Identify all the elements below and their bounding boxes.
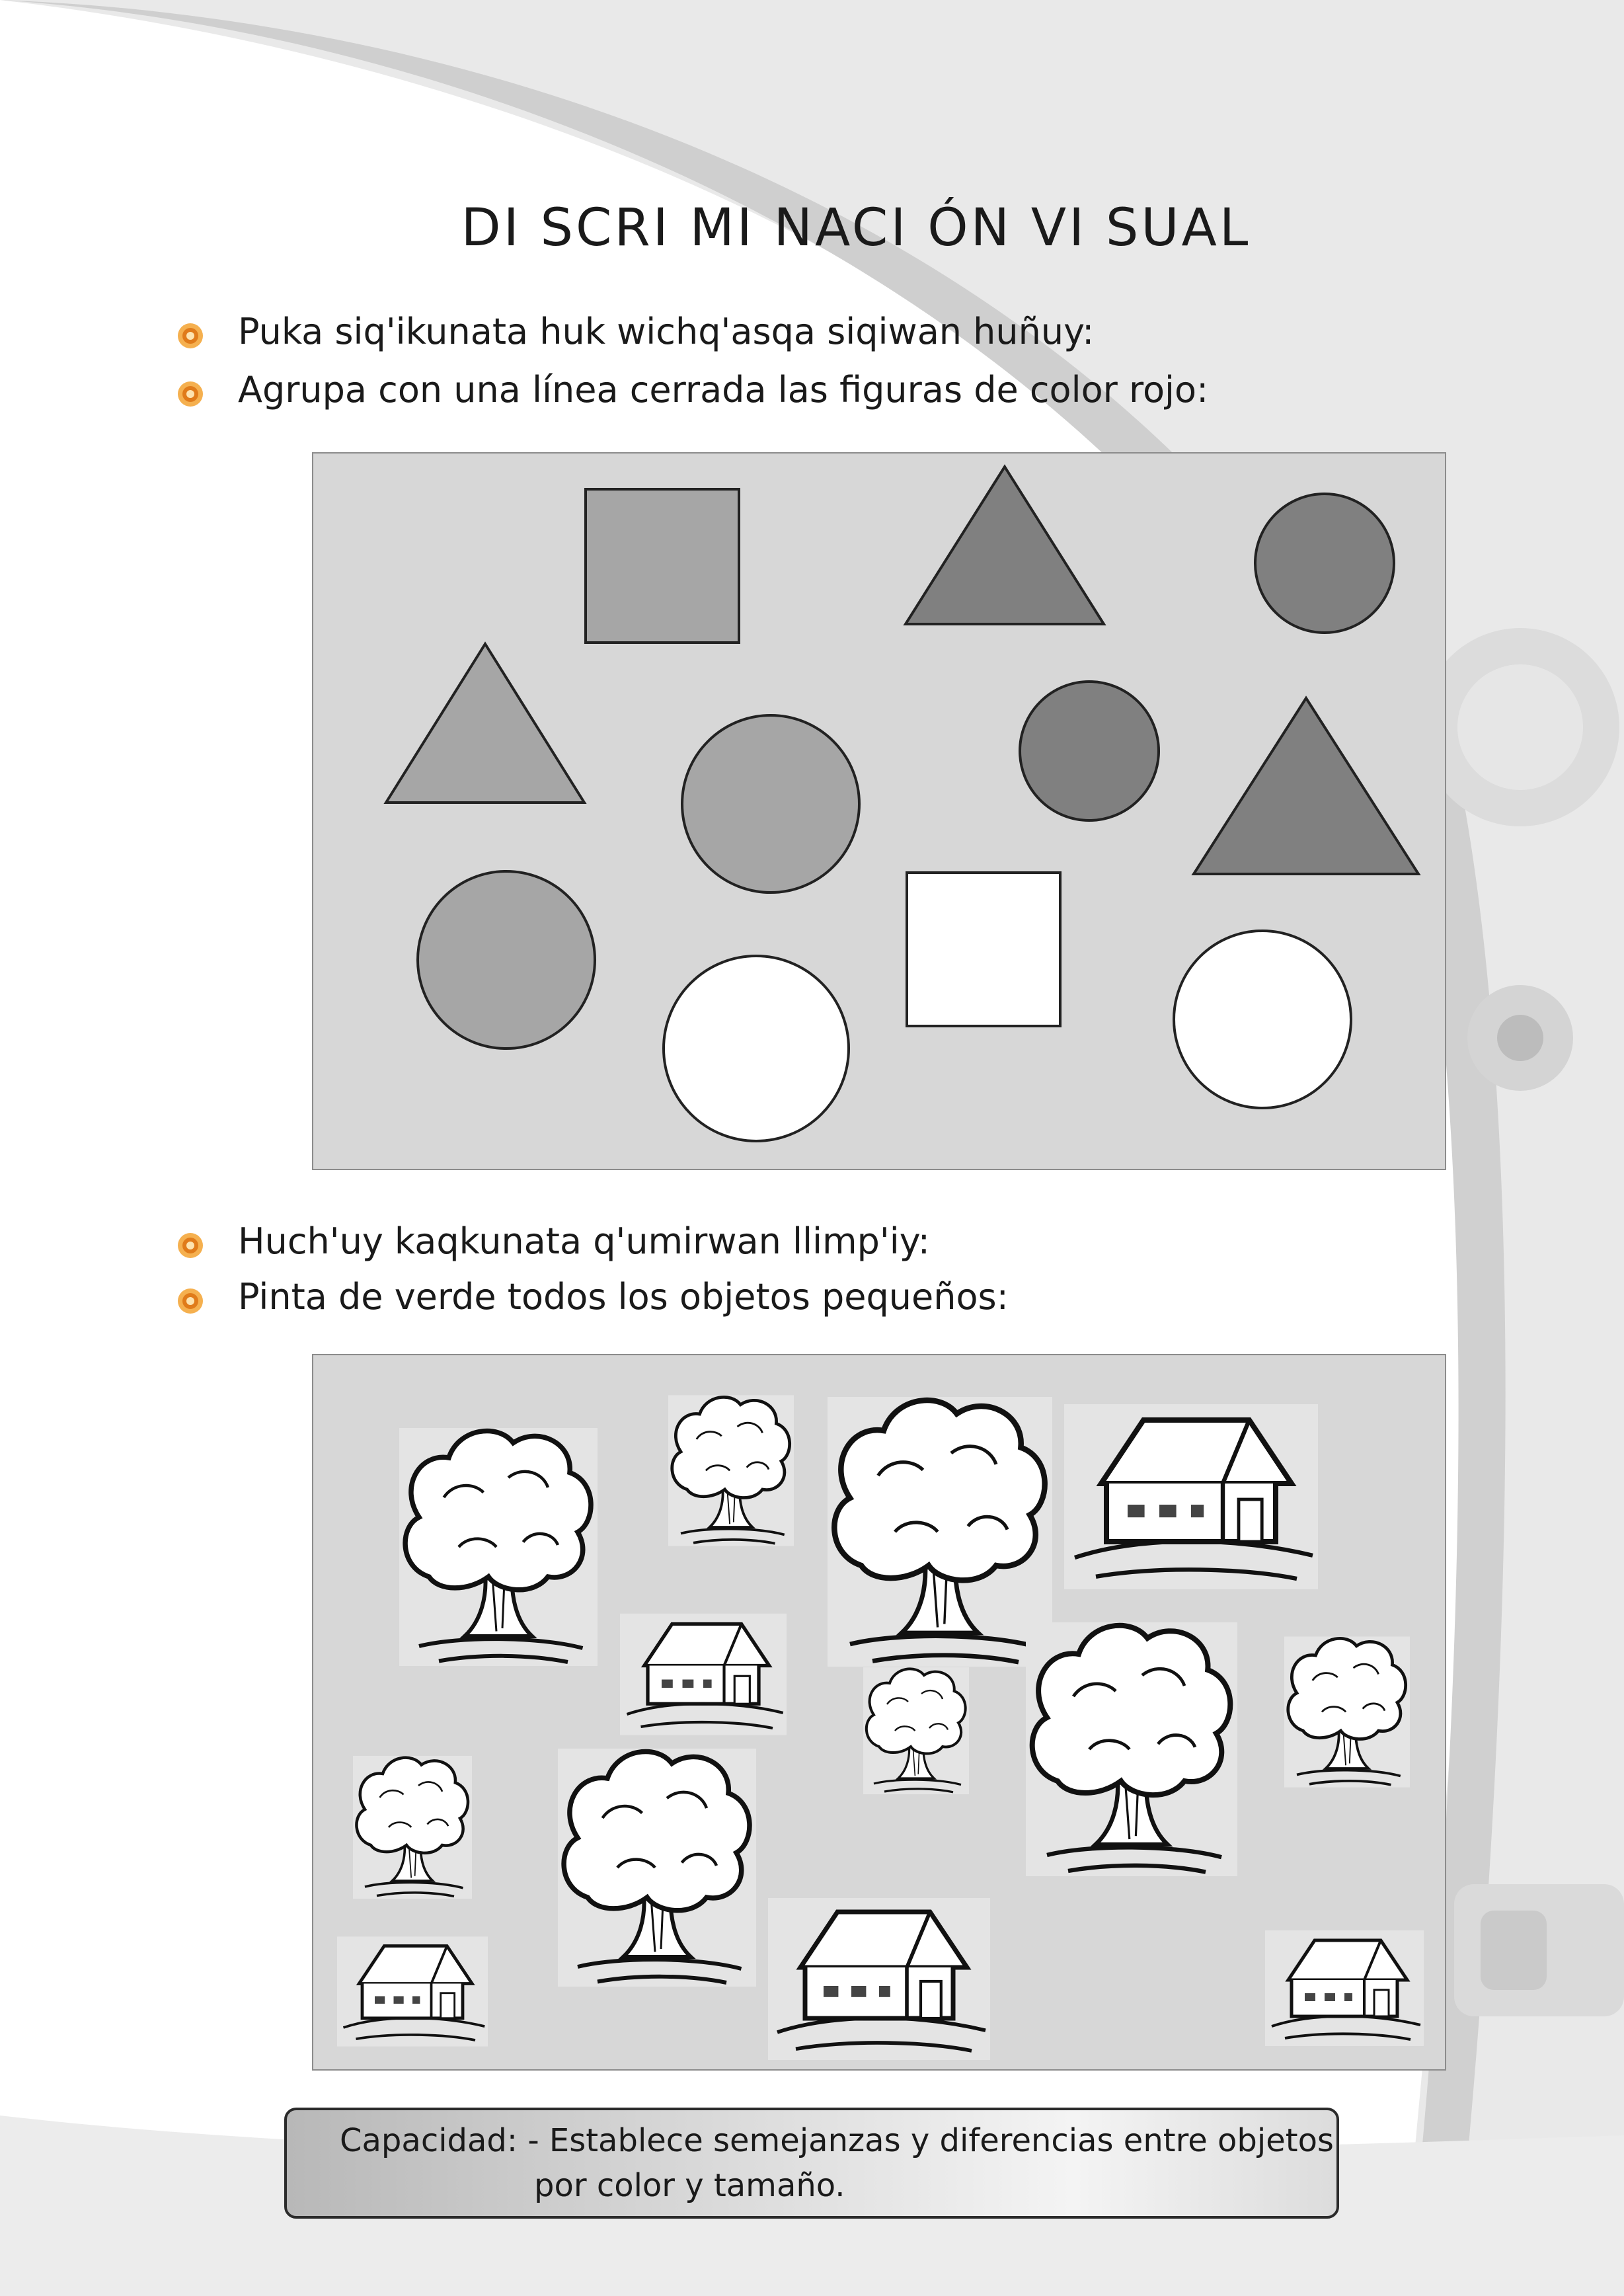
shape-circle-white[interactable] bbox=[662, 955, 850, 1142]
tree-small[interactable] bbox=[353, 1756, 472, 1899]
house-large[interactable] bbox=[768, 1898, 990, 2060]
capacity-line-2: por color y tamaño. bbox=[534, 2167, 845, 2204]
shape-circle-dark-gray[interactable] bbox=[1019, 680, 1160, 822]
shape-square-gray[interactable] bbox=[584, 488, 740, 644]
objects-panel bbox=[312, 1354, 1446, 2071]
instruction-spanish-2: Pinta de verde todos los objetos pequeño… bbox=[238, 1276, 1009, 1318]
tree-small[interactable] bbox=[863, 1667, 969, 1794]
tree-medium[interactable] bbox=[558, 1749, 756, 1987]
bullet-flower-icon bbox=[178, 323, 203, 348]
house-small[interactable] bbox=[620, 1614, 787, 1735]
shape-circle-dark-gray[interactable] bbox=[1254, 493, 1395, 634]
shape-circle-white[interactable] bbox=[1173, 930, 1352, 1109]
shape-triangle-dark-gray[interactable] bbox=[903, 464, 1106, 625]
tree-large[interactable] bbox=[828, 1397, 1052, 1667]
page-title: DI SCRI MI NACI ÓN VI SUAL bbox=[461, 198, 1251, 258]
instruction-spanish-1: Agrupa con una línea cerrada las figuras… bbox=[238, 369, 1209, 411]
bullet-flower-icon bbox=[178, 381, 203, 407]
capacity-box: Capacidad: - Establece semejanzas y dife… bbox=[284, 2108, 1339, 2219]
bullet-flower-icon bbox=[178, 1288, 203, 1314]
house-large[interactable] bbox=[1064, 1404, 1318, 1589]
tree-medium[interactable] bbox=[399, 1428, 598, 1666]
house-small[interactable] bbox=[337, 1936, 488, 2046]
shape-circle-gray[interactable] bbox=[416, 870, 596, 1050]
shapes-canvas bbox=[383, 464, 1421, 1142]
shape-triangle-dark-gray[interactable] bbox=[1191, 695, 1421, 875]
tree-small[interactable] bbox=[668, 1396, 794, 1546]
objects-canvas bbox=[313, 1355, 1448, 2072]
tree-large[interactable] bbox=[1026, 1622, 1237, 1876]
instruction-quechua-2: Huch'uy kaqkunata q'umirwan llimp'iy: bbox=[238, 1220, 930, 1262]
instruction-quechua-1: Puka siq'ikunata huk wichq'asqa siqiwan … bbox=[238, 311, 1095, 352]
shape-square-white[interactable] bbox=[906, 871, 1062, 1027]
house-small[interactable] bbox=[1265, 1930, 1424, 2046]
bullet-flower-icon bbox=[178, 1233, 203, 1258]
capacity-line-1: Capacidad: - Establece semejanzas y dife… bbox=[340, 2122, 1334, 2159]
shape-circle-gray[interactable] bbox=[681, 714, 861, 894]
shapes-panel bbox=[312, 452, 1446, 1170]
tree-small[interactable] bbox=[1284, 1637, 1410, 1788]
shape-triangle-gray[interactable] bbox=[383, 641, 587, 804]
